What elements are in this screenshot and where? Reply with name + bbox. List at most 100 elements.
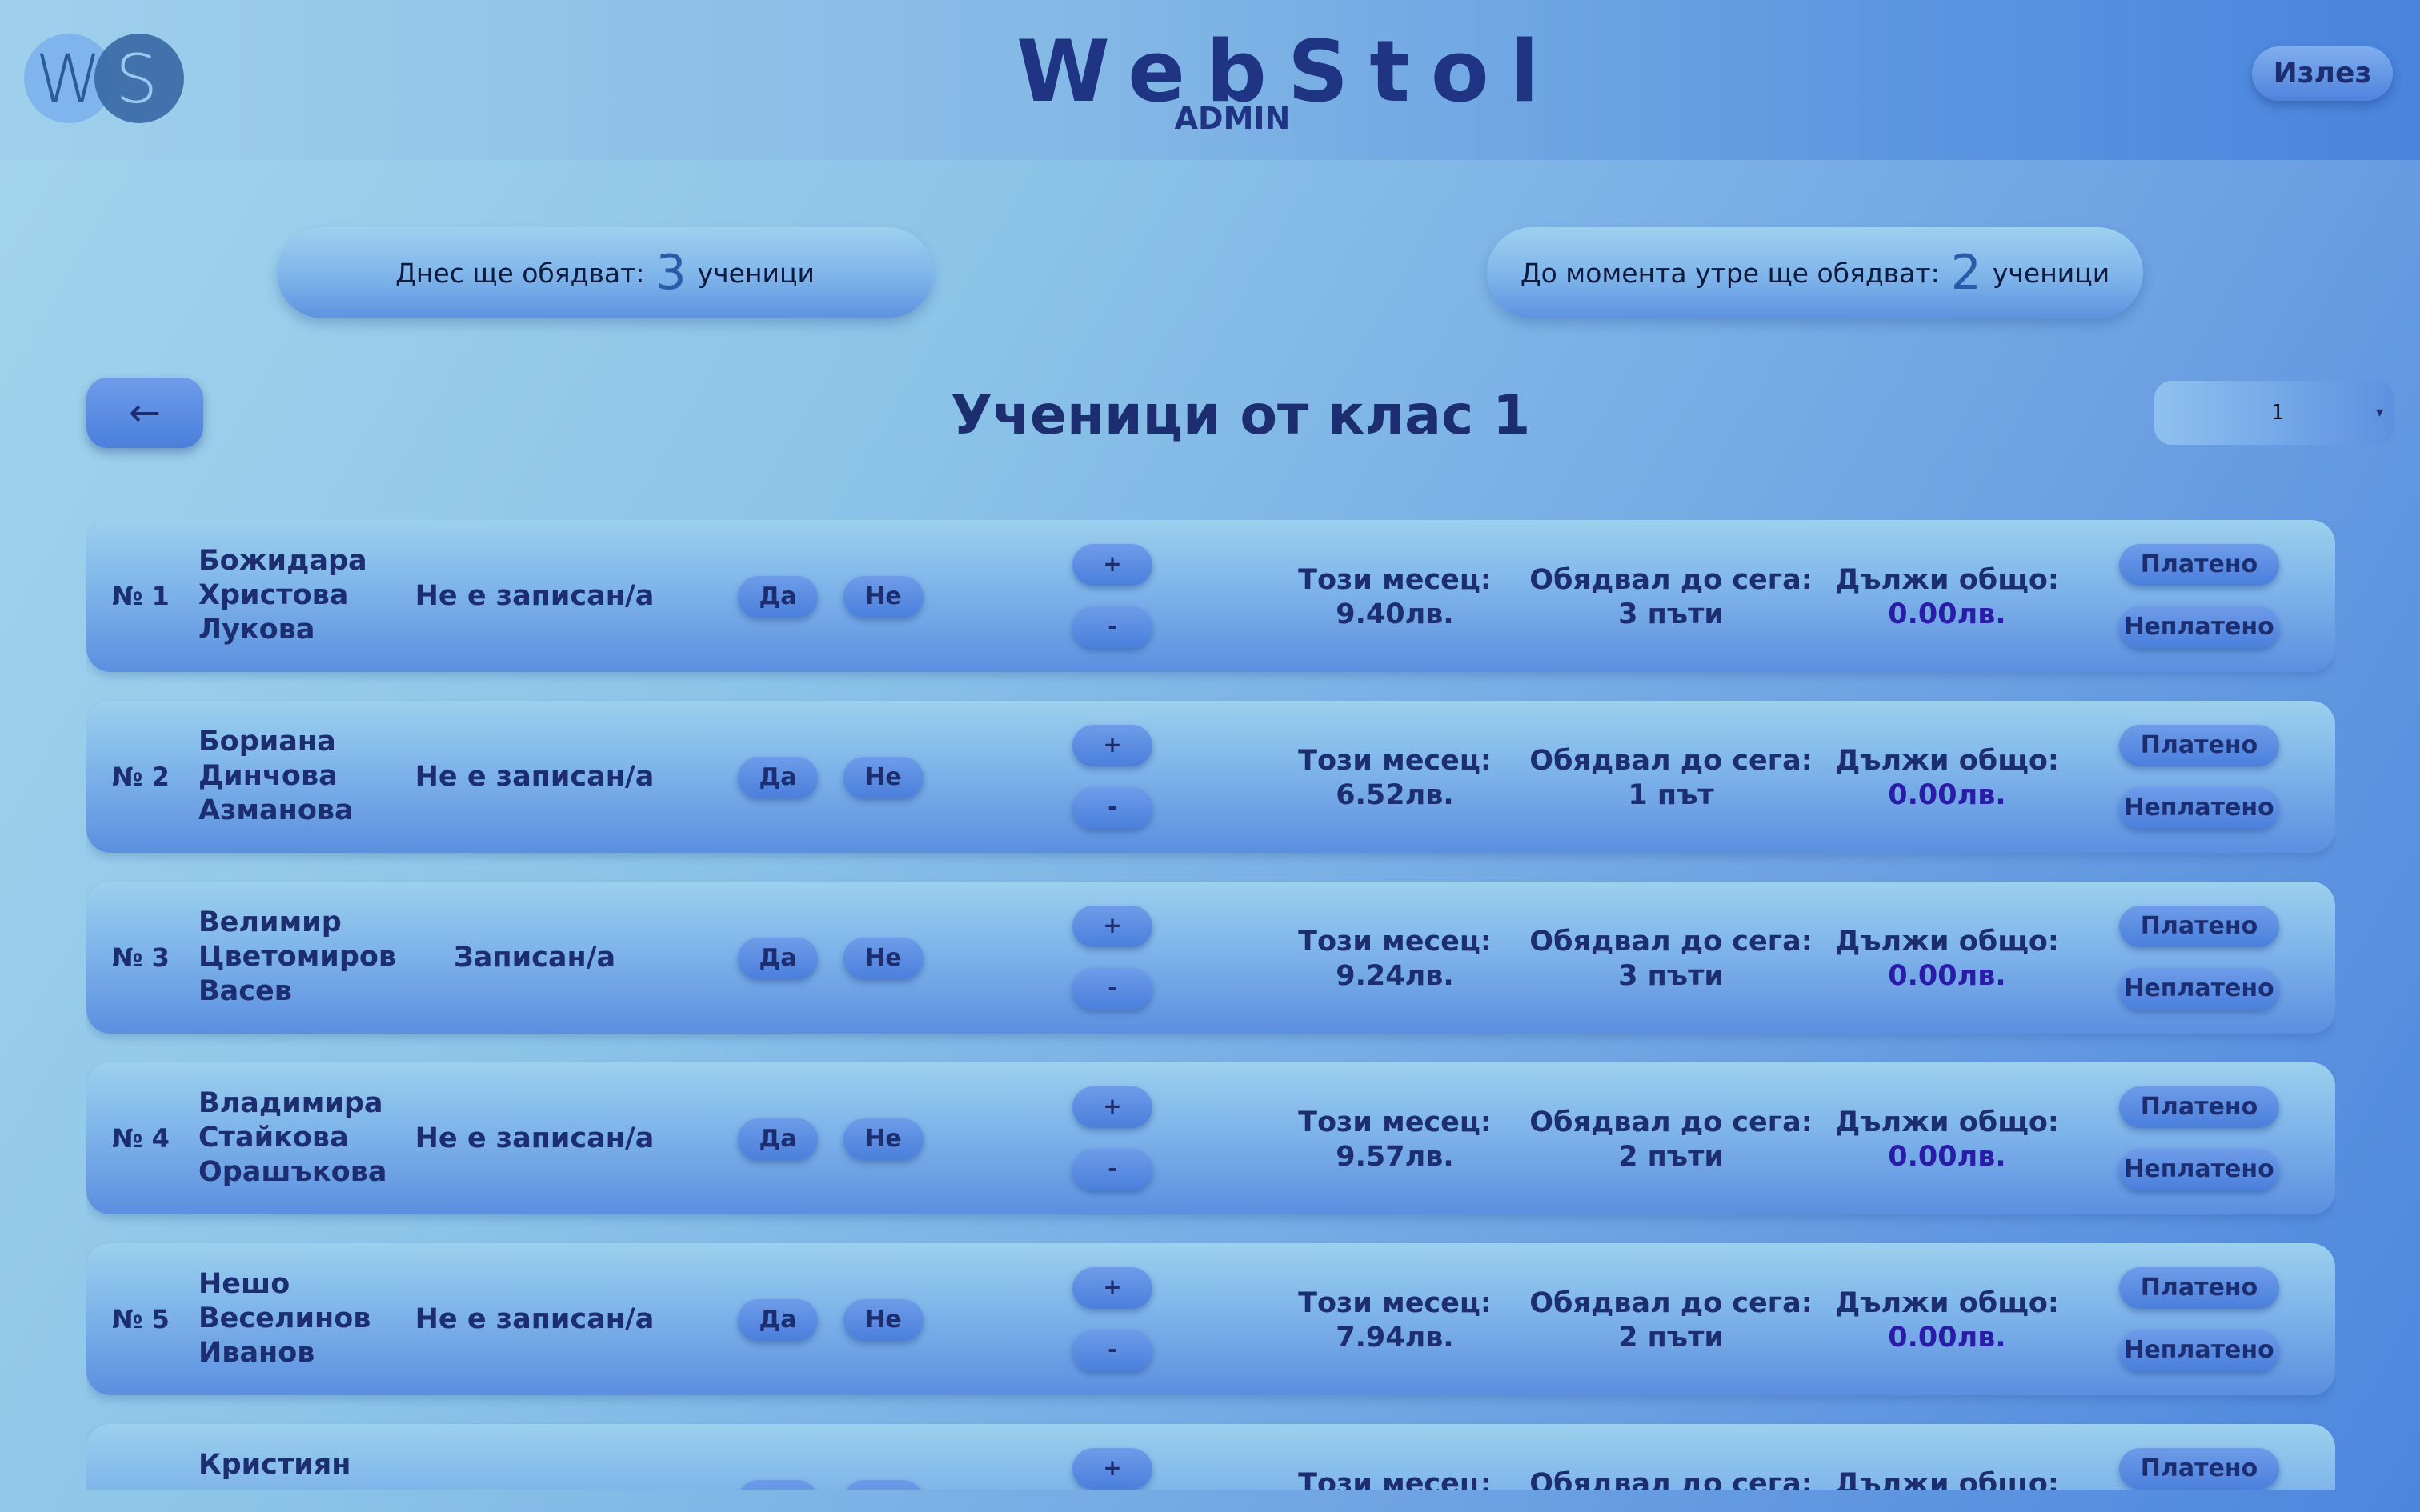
- student-first-name: Бориана: [198, 726, 336, 758]
- lunch-count-label: Обядвал до сега:: [1529, 1287, 1813, 1319]
- student-row: № 5 Нешо Веселинов Иванов Не е записан/а Да Не…: [86, 1243, 2335, 1395]
- this-month-value: 6.52лв.: [1336, 779, 1454, 811]
- yes-button[interactable]: Да: [738, 938, 818, 979]
- mark-paid-button[interactable]: Платено: [2119, 1267, 2279, 1309]
- student-name: Велимир Цветомиров Васев: [198, 906, 396, 1009]
- decrement-button[interactable]: -: [1072, 1149, 1152, 1190]
- owed-total-value: 0.00лв.: [1888, 779, 2006, 811]
- student-row: КристиянДаНе+-Този месец:Обядвал до сега…: [86, 1424, 2335, 1490]
- student-number: № 3: [112, 942, 170, 973]
- owed-total-stat: Дължи общо: 0.00лв.: [1815, 744, 2079, 813]
- mark-unpaid-button[interactable]: Неплатено: [2119, 1149, 2279, 1190]
- brand-subtitle: ADMIN: [1174, 101, 1291, 136]
- yes-button[interactable]: Да: [738, 1118, 818, 1160]
- back-button[interactable]: ←: [86, 378, 203, 448]
- yes-button[interactable]: Да: [738, 576, 818, 618]
- no-button[interactable]: Не: [843, 757, 924, 798]
- owed-total-label: Дължи общо:: [1835, 1468, 2059, 1490]
- increment-button[interactable]: +: [1072, 1448, 1152, 1490]
- this-month-stat: Този месец: 9.57лв.: [1263, 1106, 1527, 1174]
- mark-unpaid-button[interactable]: Неплатено: [2119, 1330, 2279, 1371]
- tomorrow-lunch-summary: До момента утре ще обядват: 2 ученици: [1487, 227, 2143, 318]
- owed-total-value: 0.00лв.: [1888, 960, 2006, 992]
- student-middle-name: Стайкова: [198, 1122, 349, 1154]
- this-month-label: Този месец:: [1298, 745, 1492, 777]
- lunch-count-stat: Обядвал до сега: 2 пъти: [1527, 1106, 1815, 1174]
- owed-total-value: 0.00лв.: [1888, 1141, 2006, 1173]
- owed-total-stat: Дължи общо: 0.00лв.: [1815, 925, 2079, 994]
- class-select[interactable]: 1 ▾: [2154, 381, 2394, 445]
- tomorrow-prefix: До момента утре ще обядват:: [1520, 257, 1940, 289]
- student-row: № 1 Божидара Христова Лукова Не е записан/а Д…: [86, 520, 2335, 672]
- yes-button[interactable]: Да: [738, 757, 818, 798]
- mark-paid-button[interactable]: Платено: [2119, 1448, 2279, 1490]
- lunch-count-label: Обядвал до сега:: [1529, 1468, 1813, 1490]
- student-number: № 4: [112, 1123, 170, 1154]
- logout-button[interactable]: Излез: [2252, 46, 2393, 101]
- owed-total-stat: Дължи общо:: [1815, 1467, 2079, 1490]
- student-name: Бориана Динчова Азманова: [198, 725, 354, 828]
- student-last-name: Васев: [198, 975, 292, 1007]
- student-row: № 4 Владимира Стайкова Орашъкова Не е записа…: [86, 1062, 2335, 1214]
- student-last-name: Азманова: [198, 794, 354, 826]
- decrement-button[interactable]: -: [1072, 968, 1152, 1010]
- student-number: № 5: [112, 1304, 170, 1334]
- owed-total-label: Дължи общо:: [1835, 1106, 2059, 1138]
- mark-paid-button[interactable]: Платено: [2119, 725, 2279, 766]
- tomorrow-count: 2: [1950, 245, 1981, 301]
- decrement-button[interactable]: -: [1072, 1330, 1152, 1371]
- mark-paid-button[interactable]: Платено: [2119, 1086, 2279, 1128]
- lunch-count-label: Обядвал до сега:: [1529, 1106, 1813, 1138]
- lunch-count-value: 3 пъти: [1618, 960, 1724, 992]
- student-first-name: Кристиян: [198, 1449, 351, 1481]
- decrement-button[interactable]: -: [1072, 787, 1152, 829]
- mark-paid-button[interactable]: Платено: [2119, 544, 2279, 586]
- this-month-stat: Този месец: 9.24лв.: [1263, 925, 1527, 994]
- yes-button[interactable]: Да: [738, 1480, 818, 1490]
- lunch-count-stat: Обядвал до сега: 3 пъти: [1527, 563, 1815, 632]
- student-number: № 1: [112, 581, 170, 611]
- student-name: Кристиян: [198, 1448, 351, 1482]
- yes-button[interactable]: Да: [738, 1299, 818, 1341]
- increment-button[interactable]: +: [1072, 1086, 1152, 1128]
- no-button[interactable]: Не: [843, 1480, 924, 1490]
- student-last-name: Орашъкова: [198, 1156, 387, 1188]
- this-month-value: 7.94лв.: [1336, 1322, 1454, 1354]
- lunch-count-stat: Обядвал до сега:: [1527, 1467, 1815, 1490]
- page-title: Ученици от клас 1: [950, 384, 1531, 447]
- student-name: Владимира Стайкова Орашъкова: [198, 1086, 387, 1190]
- arrow-left-icon: ←: [128, 390, 162, 435]
- mark-unpaid-button[interactable]: Неплатено: [2119, 787, 2279, 829]
- today-prefix: Днес ще обядват:: [395, 257, 645, 289]
- student-last-name: Иванов: [198, 1337, 315, 1369]
- enrollment-status: Не е записан/а: [415, 761, 655, 793]
- webstol-logo: W S: [24, 34, 184, 123]
- today-count: 3: [655, 245, 687, 301]
- increment-button[interactable]: +: [1072, 906, 1152, 947]
- today-lunch-summary: Днес ще обядват: 3 ученици: [277, 227, 933, 318]
- enrollment-status: Не е записан/а: [415, 580, 655, 612]
- lunch-count-value: 2 пъти: [1618, 1141, 1724, 1173]
- student-middle-name: Веселинов: [198, 1302, 371, 1334]
- today-suffix: ученици: [697, 257, 815, 289]
- no-button[interactable]: Не: [843, 576, 924, 618]
- mark-unpaid-button[interactable]: Неплатено: [2119, 606, 2279, 648]
- no-button[interactable]: Не: [843, 1118, 924, 1160]
- this-month-label: Този месец:: [1298, 1106, 1492, 1138]
- lunch-count-label: Обядвал до сега:: [1529, 745, 1813, 777]
- no-button[interactable]: Не: [843, 938, 924, 979]
- lunch-count-value: 1 път: [1628, 779, 1714, 811]
- decrement-button[interactable]: -: [1072, 606, 1152, 648]
- student-name: Божидара Христова Лукова: [198, 544, 367, 647]
- this-month-label: Този месец:: [1298, 1287, 1492, 1319]
- increment-button[interactable]: +: [1072, 1267, 1152, 1309]
- mark-unpaid-button[interactable]: Неплатено: [2119, 968, 2279, 1010]
- increment-button[interactable]: +: [1072, 725, 1152, 766]
- enrollment-status: Не е записан/а: [415, 1122, 655, 1154]
- lunch-count-stat: Обядвал до сега: 2 пъти: [1527, 1286, 1815, 1355]
- class-select-value: 1: [2271, 401, 2285, 425]
- enrollment-status: Не е записан/а: [415, 1303, 655, 1335]
- mark-paid-button[interactable]: Платено: [2119, 906, 2279, 947]
- increment-button[interactable]: +: [1072, 544, 1152, 586]
- no-button[interactable]: Не: [843, 1299, 924, 1341]
